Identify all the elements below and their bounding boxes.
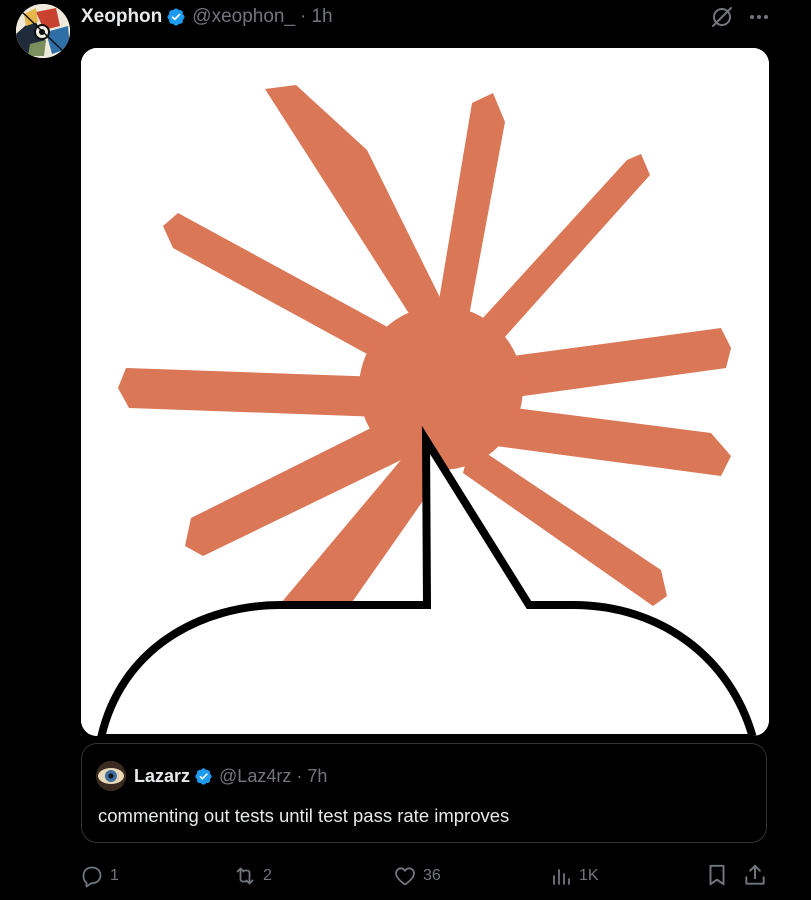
post-media-image[interactable]	[81, 48, 769, 736]
verified-badge-icon	[195, 767, 212, 785]
starburst-speech-meme	[81, 48, 769, 736]
quote-author-name[interactable]: Lazarz	[134, 766, 190, 787]
post-header: Xeophon @xeophon_ · 1h	[81, 4, 333, 30]
separator-dot: ·	[296, 765, 303, 786]
repost-count: 2	[263, 867, 272, 884]
quote-header: Lazarz @Laz4rz · 7h	[134, 764, 327, 788]
like-count: 36	[423, 867, 441, 884]
like-button[interactable]: 36	[393, 862, 441, 890]
verified-badge-icon	[167, 8, 185, 26]
separator-dot: ·	[300, 6, 307, 27]
repost-button[interactable]: 2	[233, 862, 272, 890]
repost-icon	[236, 867, 254, 885]
author-name[interactable]: Xeophon	[81, 6, 162, 28]
share-icon[interactable]	[742, 862, 768, 888]
quote-time[interactable]: 7h	[307, 766, 327, 787]
grok-icon[interactable]	[710, 5, 734, 29]
views-icon	[553, 869, 570, 885]
reply-count: 1	[110, 867, 119, 884]
quote-author-avatar[interactable]	[96, 761, 126, 791]
views-button[interactable]: 1K	[549, 862, 599, 890]
quote-text: commenting out tests until test pass rat…	[98, 805, 510, 826]
reply-button[interactable]: 1	[80, 862, 119, 890]
author-handle[interactable]: @xeophon_	[192, 6, 295, 28]
author-avatar[interactable]	[16, 4, 70, 58]
reply-icon	[82, 866, 102, 888]
bookmark-icon[interactable]	[704, 862, 730, 888]
more-icon[interactable]	[745, 3, 773, 31]
like-icon	[395, 867, 415, 886]
views-count: 1K	[579, 867, 599, 884]
quote-author-handle[interactable]: @Laz4rz	[219, 766, 291, 787]
post-time[interactable]: 1h	[311, 6, 332, 28]
quoted-post[interactable]: Lazarz @Laz4rz · 7h commenting out tests…	[81, 743, 767, 843]
